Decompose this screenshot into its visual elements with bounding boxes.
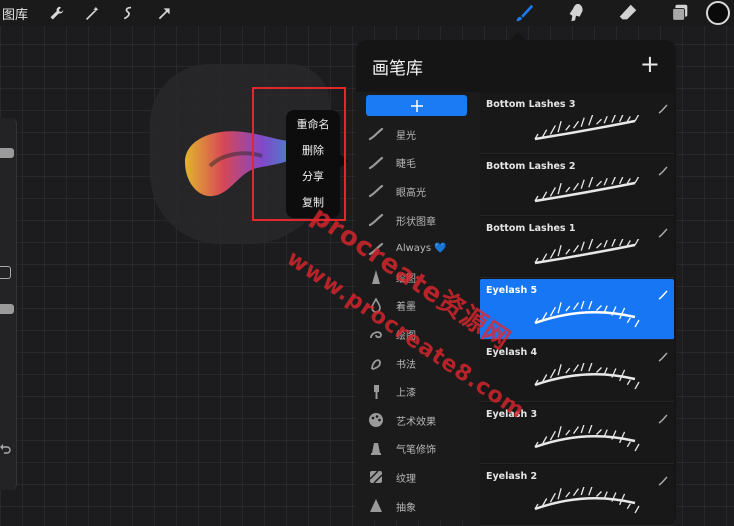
calligraphy-icon [356,355,396,371]
left-sidebar [0,118,17,490]
palette-icon [356,412,396,428]
magic-wand-icon[interactable] [74,0,110,26]
brush-set-item[interactable]: 艺术效果 [356,406,480,435]
brush-icon[interactable] [498,0,550,26]
brush-item[interactable]: Bottom Lashes 2 [480,155,674,216]
brush-set-label: 抽象 [396,502,416,514]
brush-stroke-icon [658,223,668,238]
modify-button[interactable] [0,266,11,279]
brush-set-item[interactable]: 抽象 [356,492,480,521]
color-swatch[interactable] [706,1,730,25]
stroke-icon [356,155,396,171]
transform-arrow-icon[interactable] [146,0,182,26]
brush-set-label: 书法 [396,359,416,371]
brush-set-label: 上漆 [396,388,416,400]
brush-set-label: 形状图章 [396,216,436,228]
brush-stroke-icon [658,347,668,362]
brush-item[interactable]: Eyelash 2 [480,465,674,526]
brush-set-item[interactable]: 睫毛 [356,149,480,178]
panel-title: 画笔库 [372,59,423,79]
add-brush-button[interactable]: + [640,52,660,76]
brush-stroke-icon [658,99,668,114]
brush-set-label: 星光 [396,130,416,142]
brush-stroke-icon [658,471,668,486]
brush-set-item[interactable]: 气笔修饰 [356,435,480,464]
brush-list: Bottom Lashes 3 Bottom Lashes 2 Bottom Las… [480,92,676,526]
stroke-icon [356,126,396,142]
brush-set-label: 睫毛 [396,159,416,171]
brush-stroke-preview [530,110,640,147]
brush-stroke-preview [530,422,640,457]
selection-icon[interactable] [110,0,146,26]
brush-item[interactable]: Bottom Lashes 1 [480,217,674,278]
heart-icon: 💙 [434,243,447,255]
paint-brush-icon [356,384,396,400]
abstract-icon [356,498,396,514]
brush-stroke-preview [530,298,640,333]
brush-stroke-icon [658,161,668,176]
texture-icon [356,469,396,485]
brush-stroke-preview [530,360,640,395]
right-toolbar [498,0,734,26]
opacity-slider-knob[interactable] [0,304,14,314]
plus-icon [410,99,423,112]
layers-icon[interactable] [654,0,706,26]
top-toolbar: 图库 [0,0,734,26]
brush-name: Bottom Lashes 1 [486,223,576,234]
add-brush-set-button[interactable] [366,95,467,116]
brush-set-label: 纹理 [396,473,416,485]
brush-stroke-preview [530,172,640,209]
smudge-icon[interactable] [550,0,602,26]
brush-name: Eyelash 2 [486,471,538,482]
airbrush-icon [356,441,396,457]
brush-set-label: 眼高光 [396,187,426,199]
brush-name: Bottom Lashes 2 [486,161,576,172]
stroke-icon [356,183,396,199]
brush-set-item[interactable]: 纹理 [356,463,480,492]
wrench-icon[interactable] [38,0,74,26]
brush-set-item[interactable]: 眼高光 [356,177,480,206]
eraser-icon[interactable] [602,0,654,26]
brush-name: Eyelash 5 [486,285,538,296]
gallery-button[interactable]: 图库 [0,4,38,23]
brush-set-item[interactable]: 星光 [356,120,480,149]
brush-stroke-icon [658,285,668,300]
brush-size-slider-knob[interactable] [0,148,14,158]
brush-stroke-preview [530,484,640,519]
undo-icon[interactable] [0,440,12,454]
brush-item[interactable]: Bottom Lashes 3 [480,93,674,154]
brush-stroke-preview [530,234,640,271]
brush-name: Bottom Lashes 3 [486,99,576,110]
brush-set-label: 艺术效果 [396,416,436,428]
brush-stroke-icon [658,409,668,424]
brush-set-label: 气笔修饰 [396,445,436,457]
brush-set-label: 着墨 [396,302,416,314]
